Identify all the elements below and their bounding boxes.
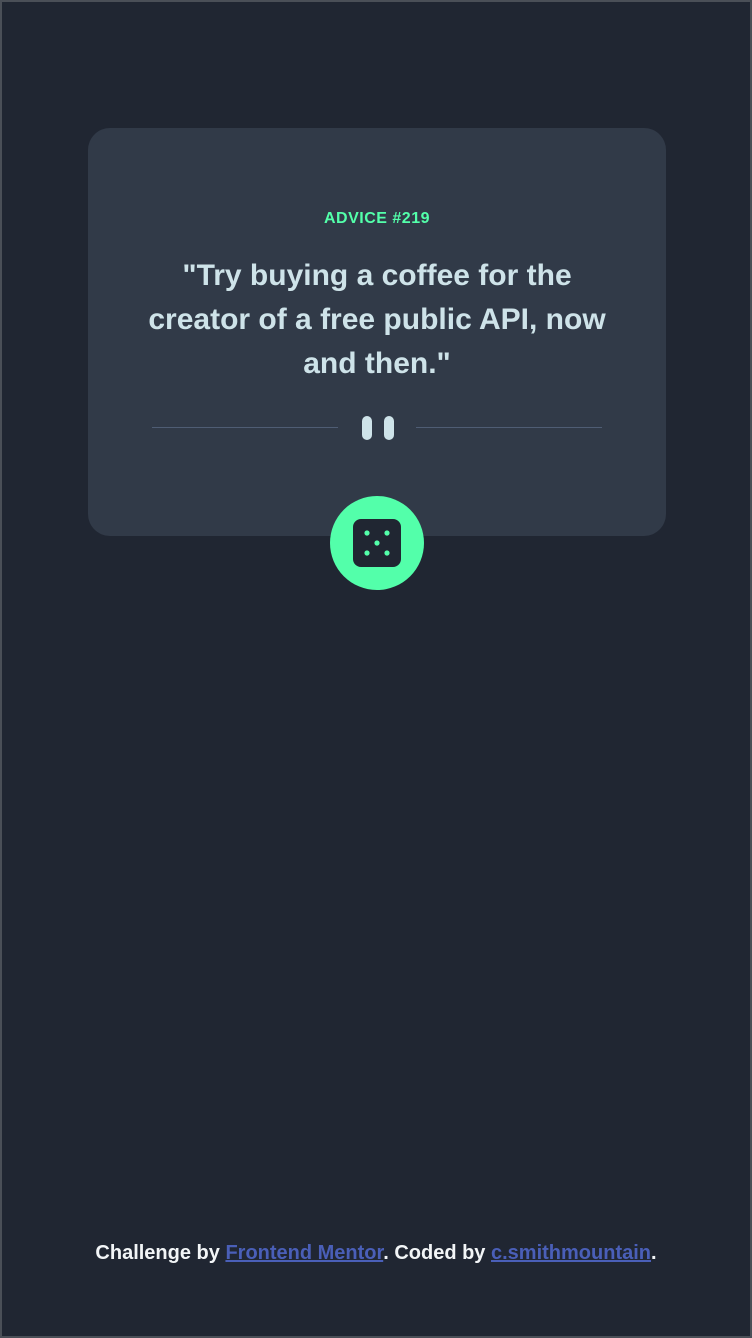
new-advice-button[interactable] (330, 496, 424, 590)
advice-id: ADVICE #219 (324, 210, 430, 227)
footer-suffix: . (651, 1242, 657, 1264)
frontend-mentor-link[interactable]: Frontend Mentor (225, 1242, 383, 1264)
footer-middle: . Coded by (383, 1242, 491, 1264)
pause-icon (362, 414, 394, 442)
pattern-divider (152, 414, 602, 442)
attribution-footer: Challenge by Frontend Mentor. Coded by c… (2, 1242, 750, 1265)
author-link[interactable]: c.smithmountain (491, 1242, 651, 1264)
advice-quote: "Try buying a coffee for the creator of … (148, 259, 606, 380)
divider-line-left (152, 427, 338, 428)
divider-line-right (416, 427, 602, 428)
advice-card: ADVICE #219 "Try buying a coffee for the… (88, 128, 666, 536)
footer-prefix: Challenge by (95, 1242, 226, 1264)
dice-icon (353, 519, 401, 567)
